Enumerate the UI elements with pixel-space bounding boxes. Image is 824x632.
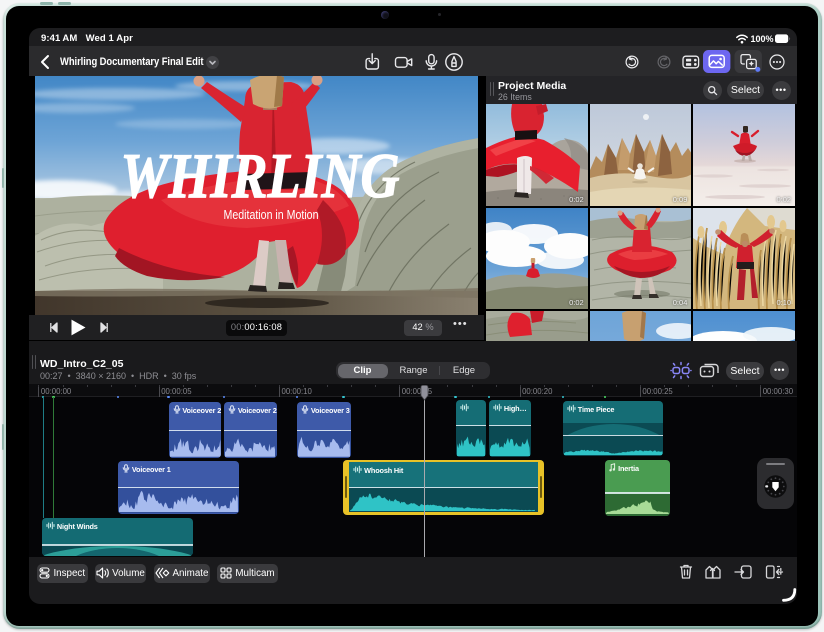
svg-text:100%: 100% <box>751 34 774 44</box>
svg-text:Meditation in Motion: Meditation in Motion <box>224 207 319 222</box>
svg-text:WHIRLING: WHIRLING <box>121 141 400 211</box>
